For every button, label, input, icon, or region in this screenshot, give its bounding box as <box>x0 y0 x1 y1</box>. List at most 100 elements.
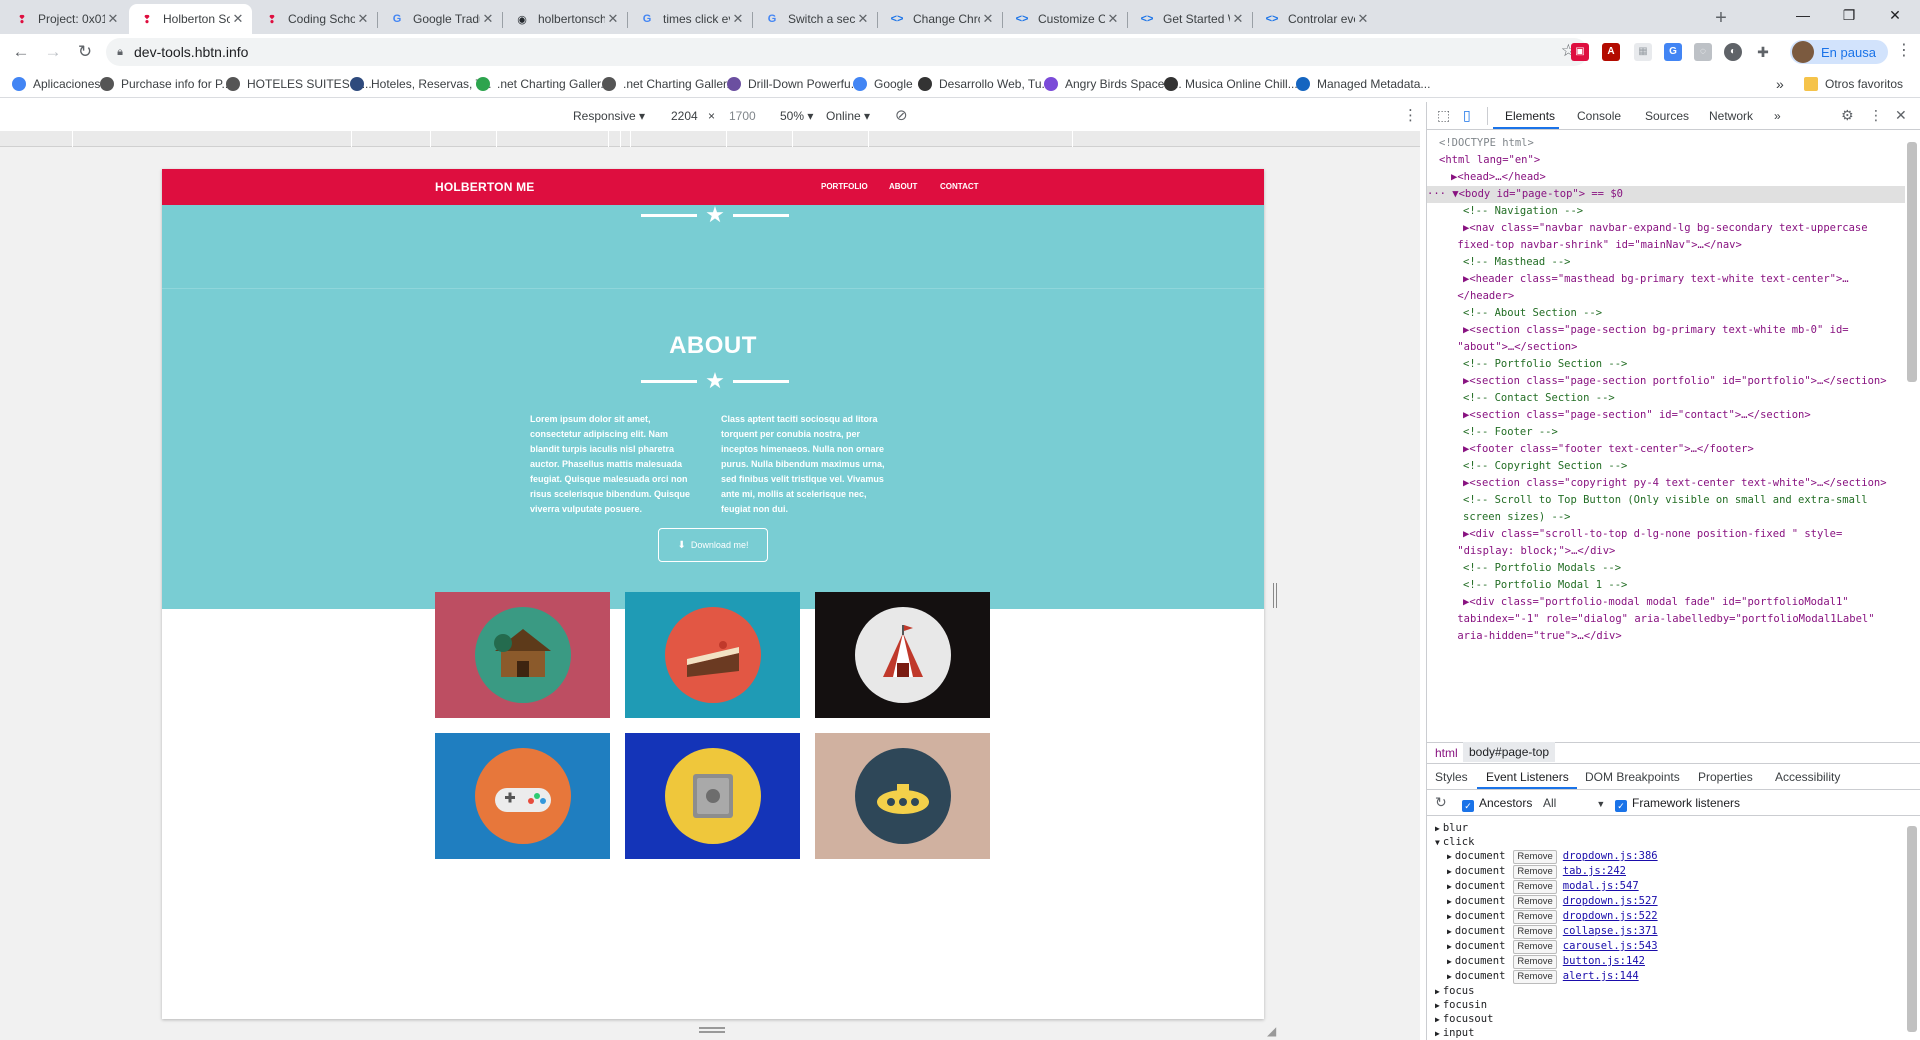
viewport-bottom-resize-handle[interactable] <box>699 1027 725 1033</box>
dom-node[interactable]: screen sizes) --> <box>1427 509 1570 526</box>
back-button[interactable]: ← <box>8 39 34 65</box>
source-link[interactable]: tab.js:242 <box>1563 865 1626 877</box>
expand-down-icon[interactable]: ▼ <box>1435 838 1440 847</box>
browser-tab[interactable]: <> Controlar evento✕ <box>1254 4 1377 34</box>
dom-node[interactable]: ▶<header class="masthead bg-primary text… <box>1427 271 1849 288</box>
remove-listener-button[interactable]: Remove <box>1513 940 1557 954</box>
dom-node[interactable]: ▶<footer class="footer text-center">…</f… <box>1427 441 1754 458</box>
network-throttle-dropdown[interactable]: Online ▾ <box>826 109 870 123</box>
dom-node[interactable]: ▶<section class="copyright py-4 text-cen… <box>1427 475 1887 492</box>
viewport-resize-handle[interactable] <box>1273 583 1277 608</box>
source-link[interactable]: modal.js:547 <box>1563 880 1639 892</box>
source-link[interactable]: alert.js:144 <box>1563 970 1639 982</box>
extension-icon[interactable]: ◐ <box>1724 43 1742 61</box>
listener-row[interactable]: ▶ document Remove button.js:142 <box>1447 955 1645 969</box>
dom-node[interactable]: <!-- Masthead --> <box>1427 254 1570 271</box>
devtools-menu-icon[interactable]: ⋮ <box>1869 107 1883 124</box>
expand-right-icon[interactable]: ▶ <box>1447 972 1452 981</box>
event-type-row[interactable]: ▶ focusin <box>1435 999 1487 1011</box>
nav-link-about[interactable]: ABOUT <box>889 182 917 191</box>
breadcrumb-body[interactable]: body#page-top <box>1463 742 1556 762</box>
source-link[interactable]: carousel.js:543 <box>1563 940 1658 952</box>
nav-link-contact[interactable]: CONTACT <box>940 182 979 191</box>
download-button[interactable]: ⬇ Download me! <box>658 528 768 562</box>
browser-tab[interactable]: ◉ holbertonschool✕ <box>504 4 627 34</box>
dom-node[interactable]: "display: block;">…</div> <box>1427 543 1615 560</box>
bookmark-item[interactable]: .net Charting Galler... <box>602 75 736 93</box>
tab-network[interactable]: Network <box>1709 109 1753 123</box>
close-tab-icon[interactable]: ✕ <box>480 11 496 27</box>
dom-node[interactable]: ▶<section class="page-section portfolio"… <box>1427 373 1887 390</box>
tab-properties[interactable]: Properties <box>1698 770 1753 784</box>
extensions-puzzle-icon[interactable]: ✚ <box>1754 43 1772 61</box>
expand-right-icon[interactable]: ▶ <box>1447 852 1452 861</box>
site-brand[interactable]: HOLBERTON ME <box>435 180 535 194</box>
listener-row[interactable]: ▶ document Remove collapse.js:371 <box>1447 925 1658 939</box>
dom-node[interactable]: <!-- Portfolio Modal 1 --> <box>1427 577 1627 594</box>
remove-listener-button[interactable]: Remove <box>1513 880 1557 894</box>
portfolio-item[interactable] <box>815 733 990 859</box>
close-tab-icon[interactable]: ✕ <box>1355 11 1371 27</box>
new-tab-button[interactable]: + <box>1708 6 1734 32</box>
dom-node[interactable]: <!-- Portfolio Section --> <box>1427 356 1627 373</box>
source-link[interactable]: button.js:142 <box>1563 955 1645 967</box>
close-tab-icon[interactable]: ✕ <box>980 11 996 27</box>
reload-button[interactable]: ↻ <box>72 39 98 65</box>
browser-tab[interactable]: ❢ Holberton Schoo✕ <box>129 4 252 34</box>
expand-right-icon[interactable]: ▶ <box>1447 942 1452 951</box>
portfolio-item[interactable] <box>815 592 990 718</box>
close-tab-icon[interactable]: ✕ <box>355 11 371 27</box>
expand-right-icon[interactable]: ▶ <box>1447 867 1452 876</box>
filter-select[interactable]: All ▼ <box>1543 796 1605 810</box>
framework-listeners-checkbox[interactable]: ✓ Framework listeners <box>1615 796 1740 812</box>
close-window-button[interactable]: ✕ <box>1872 0 1918 30</box>
more-tabs-icon[interactable]: » <box>1774 109 1781 123</box>
browser-tab[interactable]: <> Get Started With✕ <box>1129 4 1252 34</box>
event-type-row[interactable]: ▶ input <box>1435 1027 1474 1039</box>
tab-event-listeners[interactable]: Event Listeners <box>1486 770 1569 784</box>
close-tab-icon[interactable]: ✕ <box>1105 11 1121 27</box>
remove-listener-button[interactable]: Remove <box>1513 865 1557 879</box>
dom-node[interactable]: <!-- Portfolio Modals --> <box>1427 560 1621 577</box>
remove-listener-button[interactable]: Remove <box>1513 895 1557 909</box>
listener-row[interactable]: ▶ document Remove modal.js:547 <box>1447 880 1639 894</box>
portfolio-item[interactable] <box>625 592 800 718</box>
extension-icon[interactable]: ▦ <box>1634 43 1652 61</box>
viewport-corner-resize-handle[interactable]: ◢ <box>1267 1024 1276 1038</box>
bookmark-item[interactable]: Aplicaciones <box>12 75 100 93</box>
tab-dom-breakpoints[interactable]: DOM Breakpoints <box>1585 770 1680 784</box>
remove-listener-button[interactable]: Remove <box>1513 955 1557 969</box>
bookmark-item[interactable]: Angry Birds Space -... <box>1044 75 1182 93</box>
profile-button[interactable]: En pausa <box>1790 40 1888 64</box>
dom-node[interactable]: <!-- Contact Section --> <box>1427 390 1615 407</box>
bookmark-item[interactable]: Desarrollo Web, Tu... <box>918 75 1052 93</box>
dom-node[interactable]: <!-- Scroll to Top Button (Only visible … <box>1427 492 1868 509</box>
viewport-width-input[interactable]: 2204 <box>671 109 698 123</box>
listeners-scrollbar[interactable] <box>1907 826 1917 1032</box>
dom-tree-scrollbar[interactable] <box>1907 142 1917 382</box>
inspect-element-icon[interactable]: ⬚ <box>1437 107 1450 124</box>
listener-row[interactable]: ▶ document Remove dropdown.js:522 <box>1447 910 1658 924</box>
source-link[interactable]: collapse.js:371 <box>1563 925 1658 937</box>
nav-link-portfolio[interactable]: PORTFOLIO <box>821 182 868 191</box>
listener-row[interactable]: ▶ document Remove carousel.js:543 <box>1447 940 1658 954</box>
other-bookmarks-folder[interactable]: Otros favoritos <box>1804 75 1903 93</box>
dom-node[interactable]: <!DOCTYPE html> <box>1427 135 1534 152</box>
close-tab-icon[interactable]: ✕ <box>730 11 746 27</box>
dom-node[interactable]: ▶<section class="page-section bg-primary… <box>1427 322 1849 339</box>
dom-node[interactable]: <!-- Footer --> <box>1427 424 1558 441</box>
listener-row[interactable]: ▶ document Remove tab.js:242 <box>1447 865 1626 879</box>
close-tab-icon[interactable]: ✕ <box>105 11 121 27</box>
translate-extension-icon[interactable]: G <box>1664 43 1682 61</box>
remove-listener-button[interactable]: Remove <box>1513 910 1557 924</box>
event-type-row[interactable]: ▶ blur <box>1435 822 1468 834</box>
dom-node[interactable]: </header> <box>1427 288 1514 305</box>
bookmark-item[interactable]: Musica Online Chill... <box>1164 75 1298 93</box>
event-type-row[interactable]: ▶ focusout <box>1435 1013 1493 1025</box>
listener-row[interactable]: ▶ document Remove dropdown.js:386 <box>1447 850 1658 864</box>
close-tab-icon[interactable]: ✕ <box>605 11 621 27</box>
close-tab-icon[interactable]: ✕ <box>1230 11 1246 27</box>
dom-node[interactable]: <!-- About Section --> <box>1427 305 1602 322</box>
remove-listener-button[interactable]: Remove <box>1513 925 1557 939</box>
settings-gear-icon[interactable]: ⚙ <box>1841 107 1854 124</box>
